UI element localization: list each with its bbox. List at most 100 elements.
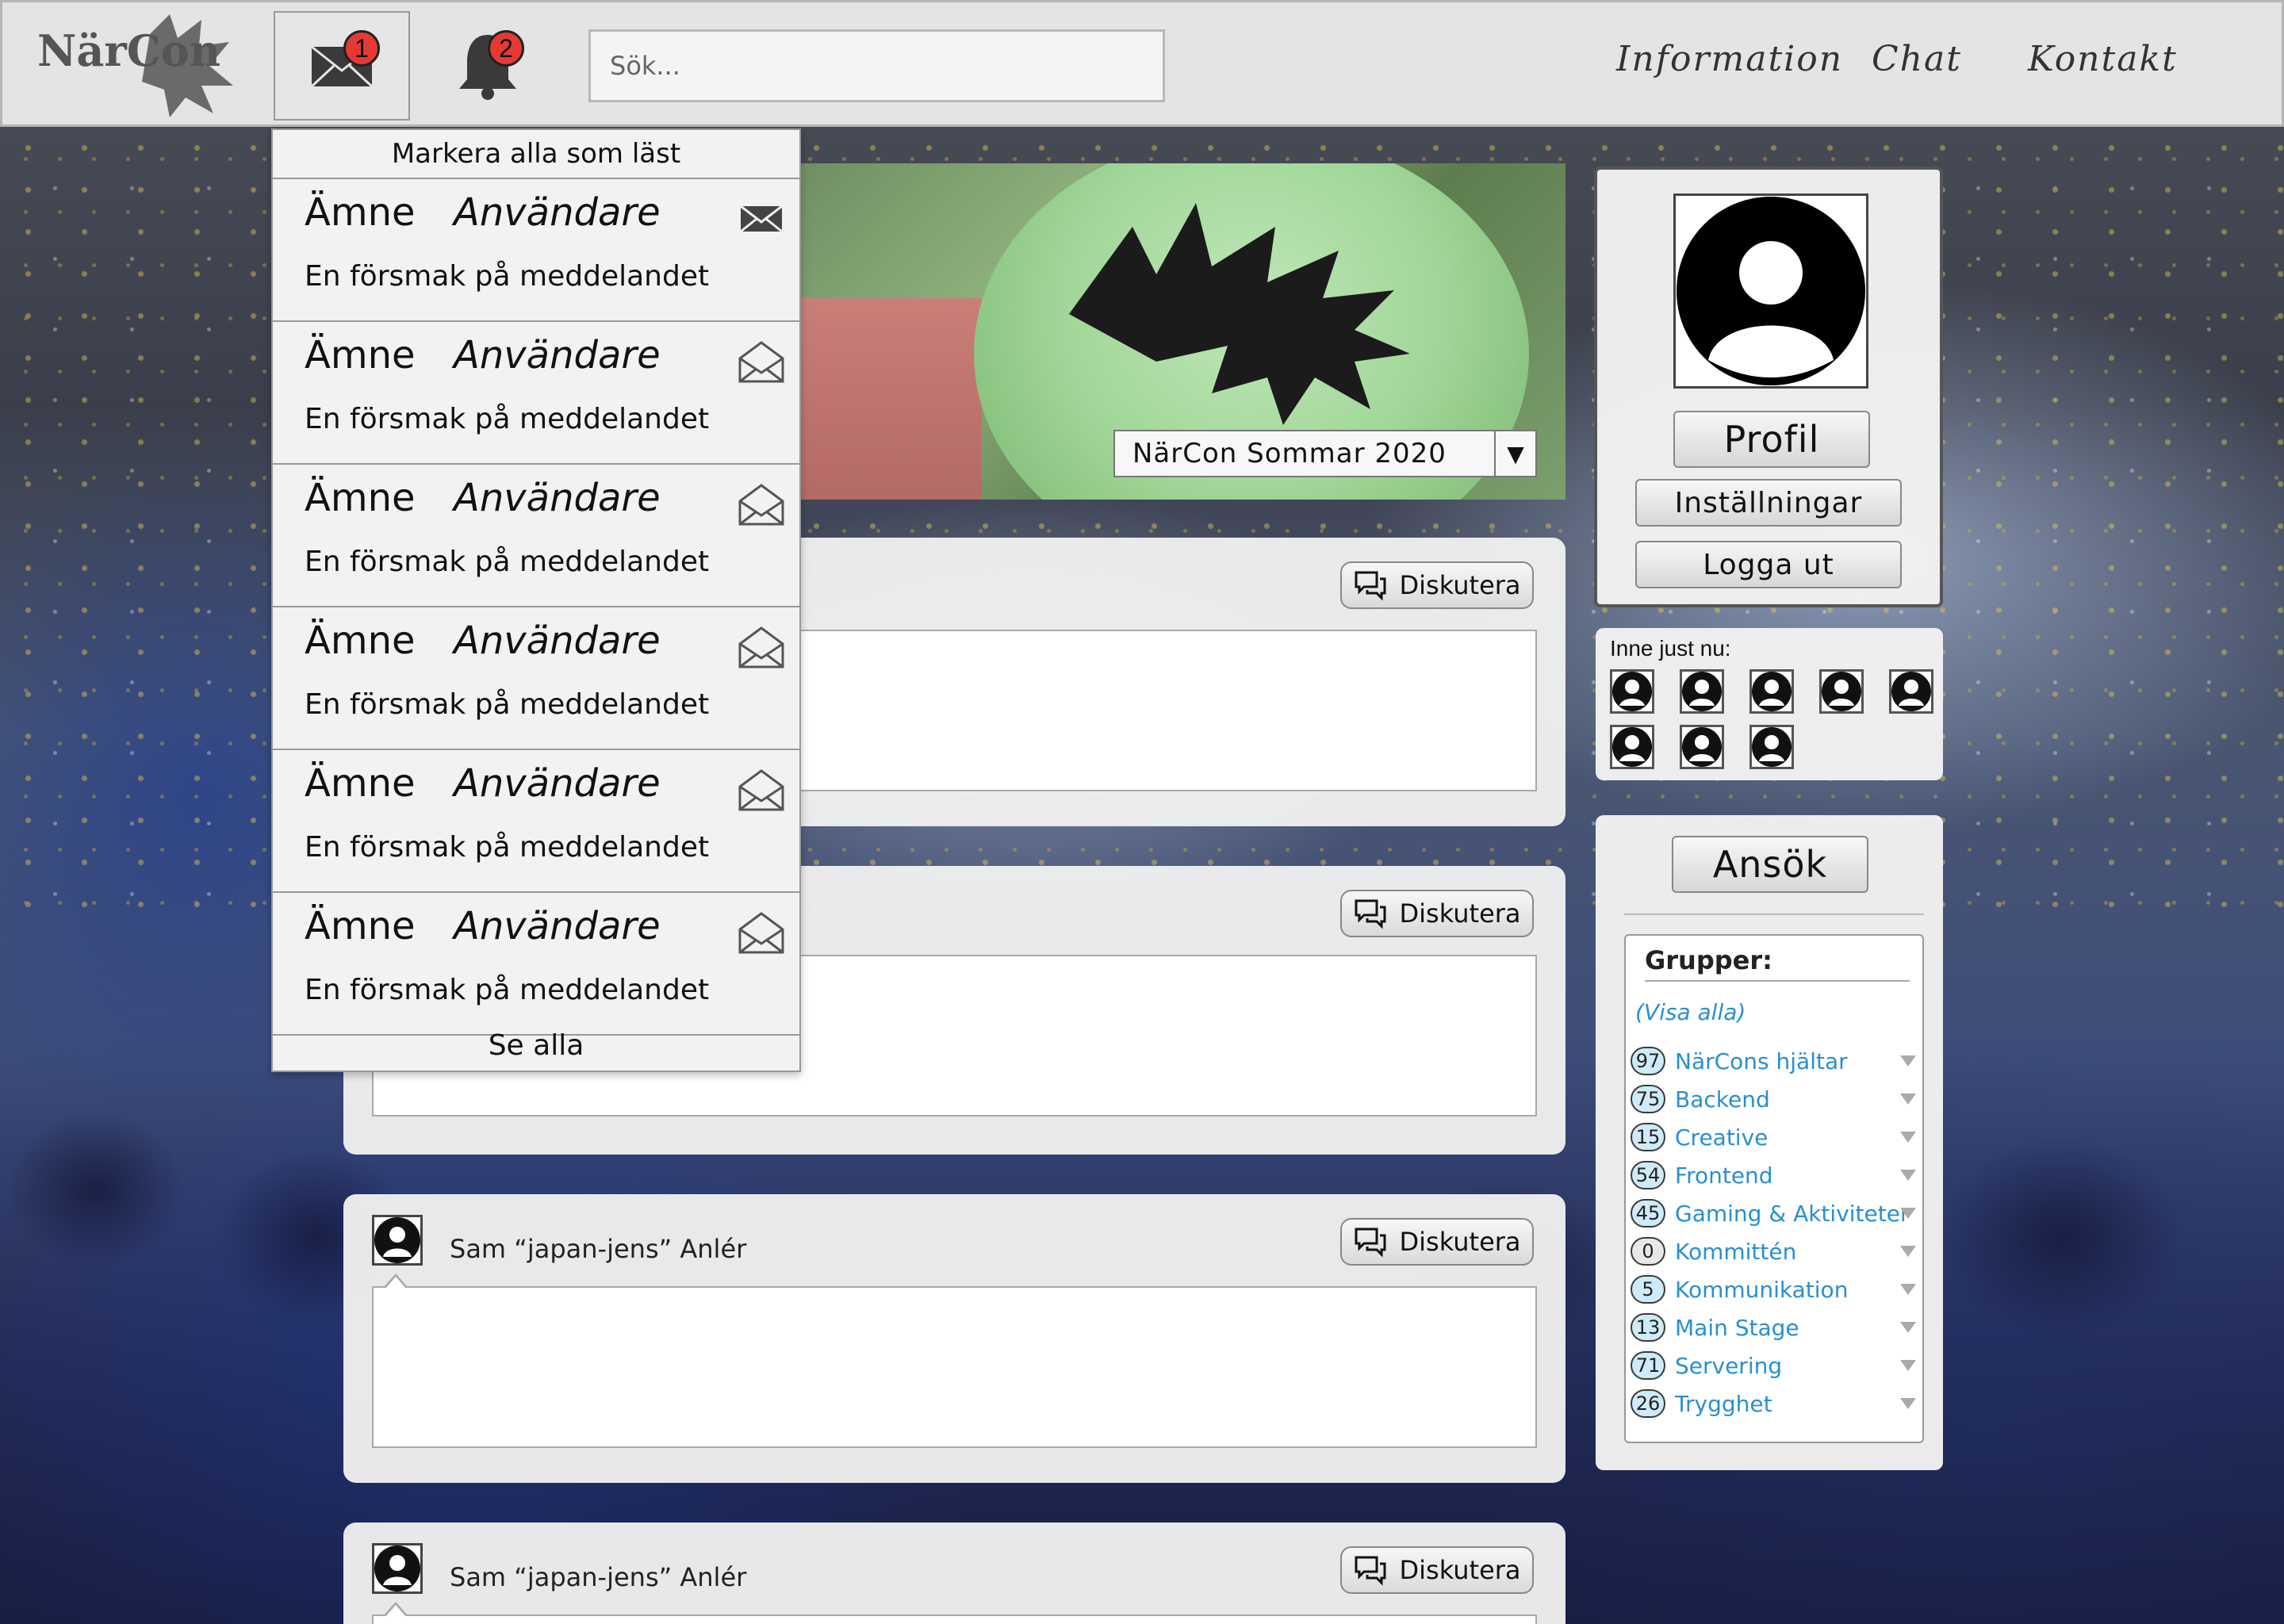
group-item[interactable]: 0 Kommittén [1631, 1232, 1921, 1270]
message-subject: Ämne [305, 904, 416, 948]
chevron-down-icon[interactable] [1900, 1208, 1916, 1219]
group-name-link[interactable]: NärCons hjältar [1675, 1048, 1848, 1074]
message-status [738, 909, 785, 956]
discuss-button[interactable]: Diskutera [1340, 890, 1534, 937]
message-item[interactable]: Ämne Användare En försmak på meddelandet [273, 322, 799, 465]
discuss-button[interactable]: Diskutera [1340, 1218, 1534, 1266]
divider [1624, 914, 1924, 915]
groups-title: Grupper: [1645, 945, 1772, 975]
message-subject: Ämne [305, 761, 416, 806]
online-user-avatar[interactable] [1889, 669, 1933, 714]
group-name-link[interactable]: Main Stage [1675, 1315, 1799, 1341]
group-item[interactable]: 97 NärCons hjältar [1631, 1042, 1921, 1080]
speech-bubble-icon [1355, 1556, 1386, 1586]
message-status [738, 481, 785, 528]
settings-button[interactable]: Inställningar [1635, 479, 1902, 527]
chevron-down-icon[interactable] [1900, 1284, 1916, 1295]
message-preview: En försmak på meddelandet [305, 974, 710, 1006]
chevron-down-icon[interactable] [1900, 1360, 1916, 1371]
online-user-avatar[interactable] [1680, 669, 1724, 714]
apply-button[interactable]: Ansök [1672, 836, 1868, 893]
group-item[interactable]: 45 Gaming & Aktiviteter [1631, 1194, 1921, 1232]
message-sender: Användare [454, 476, 661, 520]
group-member-count-badge: 97 [1631, 1047, 1665, 1075]
nav-information[interactable]: Information [1616, 39, 1843, 79]
notifications-unread-badge: 2 [488, 30, 524, 67]
search-input[interactable] [588, 29, 1165, 102]
message-status [738, 623, 785, 671]
group-item[interactable]: 26 Trygghet [1631, 1385, 1921, 1423]
logout-button[interactable]: Logga ut [1635, 541, 1902, 588]
group-name-link[interactable]: Gaming & Aktiviteter [1675, 1201, 1909, 1227]
avatar[interactable] [372, 1215, 423, 1266]
group-item[interactable]: 13 Main Stage [1631, 1308, 1921, 1346]
open-envelope-icon [738, 484, 784, 526]
group-item[interactable]: 54 Frontend [1631, 1156, 1921, 1194]
message-preview: En försmak på meddelandet [305, 831, 710, 864]
group-item[interactable]: 15 Creative [1631, 1118, 1921, 1156]
avatar[interactable] [1673, 193, 1868, 389]
group-name-link[interactable]: Kommunikation [1675, 1277, 1848, 1303]
post-author-name[interactable]: Sam “japan-jens” Anlér [450, 1234, 746, 1264]
mark-all-read-button[interactable]: Markera alla som läst [273, 130, 799, 179]
chevron-down-icon[interactable] [1900, 1322, 1916, 1333]
message-item[interactable]: Ämne Användare En försmak på meddelandet [273, 607, 799, 750]
online-user-avatar[interactable] [1610, 725, 1654, 769]
online-users-card: Inne just nu: [1596, 628, 1943, 780]
message-item[interactable]: Ämne Användare En försmak på meddelandet [273, 750, 799, 893]
see-all-messages-link[interactable]: Se alla [273, 1020, 799, 1071]
group-item[interactable]: 71 Servering [1631, 1346, 1921, 1385]
open-envelope-icon [738, 341, 784, 383]
group-name-link[interactable]: Backend [1675, 1086, 1770, 1113]
online-user-avatar[interactable] [1749, 669, 1794, 714]
event-select[interactable]: NärCon Sommar 2020 ▼ [1113, 430, 1537, 477]
speech-tail-inner [385, 1277, 407, 1289]
nav-contact[interactable]: Kontakt [2028, 39, 2178, 79]
group-item[interactable]: 5 Kommunikation [1631, 1270, 1921, 1308]
group-member-count-badge: 75 [1631, 1085, 1665, 1113]
chevron-down-icon[interactable] [1900, 1132, 1916, 1143]
message-item[interactable]: Ämne Användare En försmak på meddelandet [273, 179, 799, 322]
messages-button[interactable]: 1 [274, 11, 410, 121]
chevron-down-icon[interactable] [1900, 1170, 1916, 1181]
narcon-logo[interactable]: NärCon [31, 10, 237, 121]
speech-bubble-icon [1355, 1228, 1386, 1258]
group-member-count-badge: 26 [1631, 1389, 1665, 1418]
notifications-button[interactable]: 2 [420, 11, 556, 121]
discuss-button[interactable]: Diskutera [1340, 561, 1534, 609]
discuss-button[interactable]: Diskutera [1340, 1546, 1534, 1594]
message-item[interactable]: Ämne Användare En försmak på meddelandet [273, 893, 799, 1036]
divider [1645, 980, 1910, 982]
online-user-avatar[interactable] [1680, 725, 1724, 769]
chevron-down-icon[interactable] [1900, 1398, 1916, 1409]
show-all-groups-link[interactable]: (Visa alla) [1635, 999, 1746, 1025]
chevron-down-icon[interactable] [1900, 1246, 1916, 1257]
group-name-link[interactable]: Trygghet [1675, 1391, 1772, 1417]
user-icon [1612, 727, 1652, 767]
message-item[interactable]: Ämne Användare En försmak på meddelandet [273, 465, 799, 607]
group-name-link[interactable]: Frontend [1675, 1162, 1773, 1189]
group-item[interactable]: 75 Backend [1631, 1080, 1921, 1118]
online-user-avatar[interactable] [1819, 669, 1864, 714]
feed-post: Sam “japan-jens” Anlér Diskutera [343, 1194, 1565, 1483]
event-banner: NärCon Sommar 2020 ▼ [799, 163, 1565, 500]
online-user-avatar[interactable] [1749, 725, 1794, 769]
banner-building-photo [799, 298, 982, 500]
discuss-label: Diskutera [1399, 898, 1521, 929]
post-author-name[interactable]: Sam “japan-jens” Anlér [450, 1562, 746, 1592]
avatar[interactable] [372, 1543, 423, 1594]
nav-chat[interactable]: Chat [1872, 39, 1962, 79]
chevron-down-icon[interactable] [1900, 1094, 1916, 1105]
post-content [372, 1286, 1537, 1448]
group-member-count-badge: 0 [1631, 1237, 1665, 1266]
online-users-label: Inne just nu: [1610, 636, 1731, 661]
profile-button[interactable]: Profil [1673, 411, 1870, 468]
group-name-link[interactable]: Servering [1675, 1353, 1782, 1379]
group-name-link[interactable]: Creative [1675, 1124, 1768, 1151]
post-content [372, 1614, 1537, 1624]
online-user-avatar[interactable] [1610, 669, 1654, 714]
message-preview: En försmak på meddelandet [305, 403, 710, 435]
group-name-link[interactable]: Kommittén [1675, 1239, 1796, 1265]
chevron-down-icon: ▼ [1494, 431, 1535, 476]
chevron-down-icon[interactable] [1900, 1055, 1916, 1067]
